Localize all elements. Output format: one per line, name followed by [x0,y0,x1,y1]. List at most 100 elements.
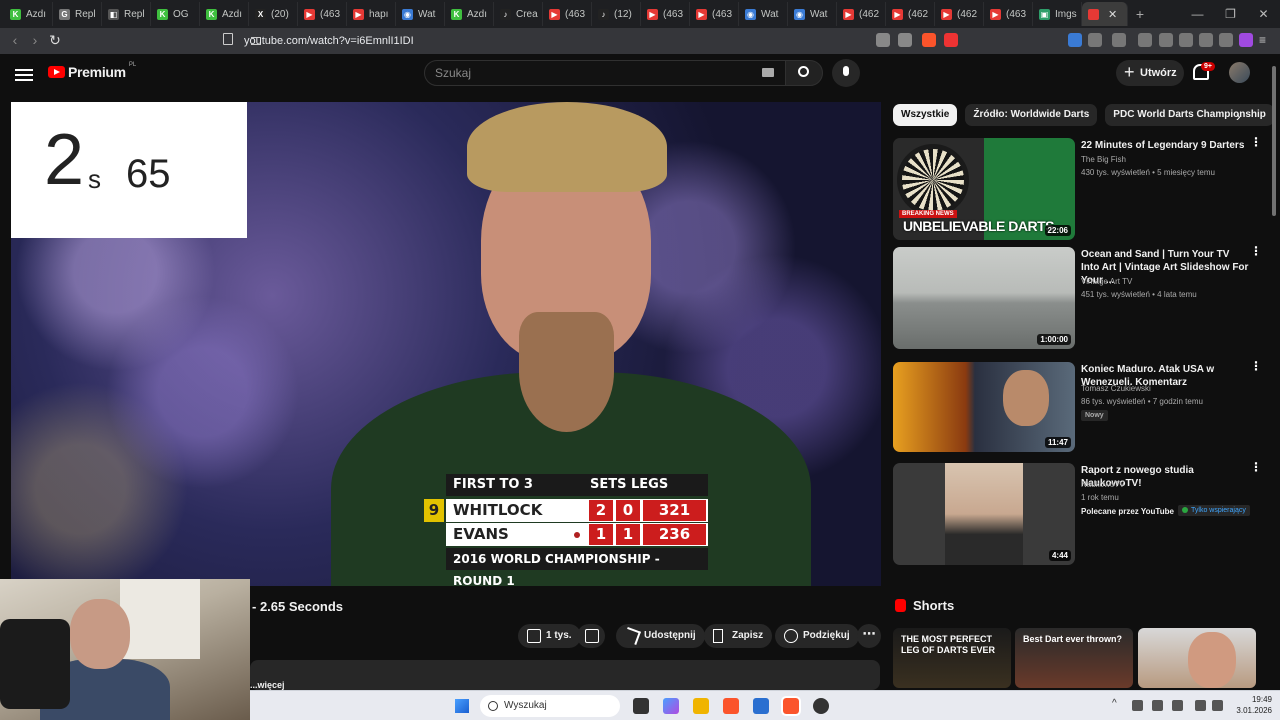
ai-icon[interactable] [1199,33,1213,47]
kebab-menu-icon[interactable]: ⋮ [1250,461,1262,473]
wallet-icon[interactable] [1179,33,1193,47]
short-thumbnail[interactable]: Best Dart ever thrown? [1015,628,1133,688]
profile-icon[interactable] [1239,33,1253,47]
short-thumbnail[interactable]: THE MOST PERFECT LEG OF DARTS EVER [893,628,1011,688]
hamburger-menu-icon[interactable] [15,66,33,82]
browser-tab[interactable]: ▶ (462 [837,2,886,26]
save-button[interactable]: Zapisz [704,624,773,648]
browser-tab[interactable]: ◉ Wat [739,2,788,26]
browser-tab[interactable]: K Azdı [200,2,249,26]
tray-app2-icon[interactable] [1172,700,1183,711]
file-explorer-icon[interactable] [693,698,709,714]
voice-search-button[interactable] [832,59,860,87]
share-icon[interactable] [898,33,912,47]
channel-name[interactable]: Vintage Art TV [1081,277,1132,286]
reload-icon[interactable]: ↻ [45,32,65,49]
brave-browser-icon[interactable] [723,698,739,714]
browser-tab[interactable]: K Azdı [445,2,494,26]
minimize-button[interactable]: — [1181,7,1214,21]
obs-icon[interactable] [813,698,829,714]
tray-app-icon[interactable] [1132,700,1143,711]
extension-icon[interactable] [1068,33,1082,47]
browser-tab[interactable]: ▶ (463 [690,2,739,26]
rewards-icon[interactable] [944,33,958,47]
video-title[interactable]: 22 Minutes of Legendary 9 Darters [1081,139,1249,152]
copilot-icon[interactable] [663,698,679,714]
kebab-menu-icon[interactable]: ⋮ [1250,245,1262,257]
more-link[interactable]: ...więcej [250,680,285,690]
windows-start-icon[interactable] [455,699,469,713]
video-thumbnail[interactable]: 4:44 [893,463,1075,565]
thanks-button[interactable]: Podziękuj [775,624,859,648]
page-scrollbar[interactable] [1270,60,1278,690]
browser-tab[interactable]: ▶ (463 [984,2,1033,26]
chip-source[interactable]: Źródło: Worldwide Darts [965,104,1098,126]
search-button[interactable] [785,60,823,86]
cast-icon[interactable] [876,33,890,47]
browser-tab[interactable]: ♪ (12) [592,2,641,26]
store-icon[interactable] [753,698,769,714]
browser-tab[interactable]: ♪ Crea [494,2,543,26]
browser-tab[interactable]: ▣ Imgs [1033,2,1082,26]
browser-tab[interactable]: ▶ (463 [641,2,690,26]
puzzle-icon[interactable] [1088,33,1102,47]
video-thumbnail[interactable]: BREAKING NEWS UNBELIEVABLE DARTS 22:06 [893,138,1075,240]
video-thumbnail[interactable]: 1:00:00 [893,247,1075,349]
create-button[interactable]: Utwórz [1116,59,1184,86]
browser-tab[interactable]: K Azdı [4,2,53,26]
browser-tab[interactable]: ▶ (463 [298,2,347,26]
new-tab-button[interactable]: + [1128,6,1152,22]
dislike-button[interactable] [577,624,605,648]
video-player[interactable]: 2 s 65 FIRST TO 3 SETS LEGS 9 WHITLOCK 2… [11,102,881,586]
channel-name[interactable]: NaukowoTV [1081,480,1125,489]
browser-tab[interactable]: ▶ (462 [935,2,984,26]
close-tab-icon[interactable]: ✕ [1108,8,1117,21]
short-thumbnail[interactable] [1138,628,1256,688]
more-actions-button[interactable]: ⋯ [857,624,881,648]
screenshot-icon[interactable] [1112,33,1126,47]
like-button[interactable]: 1 tys. [518,624,581,648]
brave-shield-icon[interactable] [922,33,936,47]
music-icon[interactable] [1138,33,1152,47]
browser-tab[interactable]: ▶ (462 [886,2,935,26]
chevron-right-icon[interactable]: › [1236,108,1241,124]
forward-icon[interactable]: › [25,32,45,48]
browser-tab[interactable]: ◉ Wat [396,2,445,26]
kebab-menu-icon[interactable]: ⋮ [1250,136,1262,148]
share-button[interactable]: Udostępnij [616,624,705,648]
tray-overflow-icon[interactable]: ^ [1112,698,1123,709]
browser-tab[interactable]: G Repl [53,2,102,26]
menu-icon[interactable]: ≡ [1259,33,1273,47]
url-field[interactable]: youtube.com/watch?v=i6EmnlI1IDI [244,31,414,51]
description-box[interactable]: ...więcej [250,660,880,690]
search-input[interactable]: Szukaj [424,60,786,86]
chip-all[interactable]: Wszystkie [893,104,958,126]
recommended-video[interactable]: 1:00:00 Ocean and Sand | Turn Your TV In… [893,245,1263,351]
keyboard-icon[interactable] [762,68,774,77]
account-avatar[interactable] [1229,62,1250,83]
kebab-menu-icon[interactable]: ⋮ [1250,360,1262,372]
network-icon[interactable] [1195,700,1206,711]
close-window-button[interactable]: ✕ [1247,7,1280,21]
clock[interactable]: 19:49 3.01.2026 [1236,694,1272,716]
sidebar-icon[interactable] [1159,33,1173,47]
browser-tab[interactable]: K OG [151,2,200,26]
recommended-video[interactable]: BREAKING NEWS UNBELIEVABLE DARTS 22:06 2… [893,136,1263,242]
tray-cloud-icon[interactable] [1152,700,1163,711]
browser-tab-active[interactable]: ✕ [1082,2,1128,26]
maximize-button[interactable]: ❐ [1214,7,1247,21]
taskbar-search[interactable]: Wyszukaj [480,695,620,717]
channel-name[interactable]: The Big Fish [1081,155,1126,164]
back-icon[interactable]: ‹ [5,32,25,48]
youtube-logo[interactable]: Premium PL [48,62,136,80]
channel-name[interactable]: Tomasz Czukiewski [1081,384,1151,393]
vpn-icon[interactable] [1219,33,1233,47]
recommended-video[interactable]: 4:44 Raport z nowego studia NaukowoTV! N… [893,461,1263,567]
browser-tab[interactable]: ◧ Repl [102,2,151,26]
browser-tab[interactable]: X (20) [249,2,298,26]
task-view-icon[interactable] [633,698,649,714]
browser-tab[interactable]: ▶ hapı [347,2,396,26]
recommended-video[interactable]: 11:47 Koniec Maduro. Atak USA w Wenezuel… [893,360,1263,466]
browser-tab[interactable]: ◉ Wat [788,2,837,26]
bookmark-icon[interactable] [223,33,233,45]
